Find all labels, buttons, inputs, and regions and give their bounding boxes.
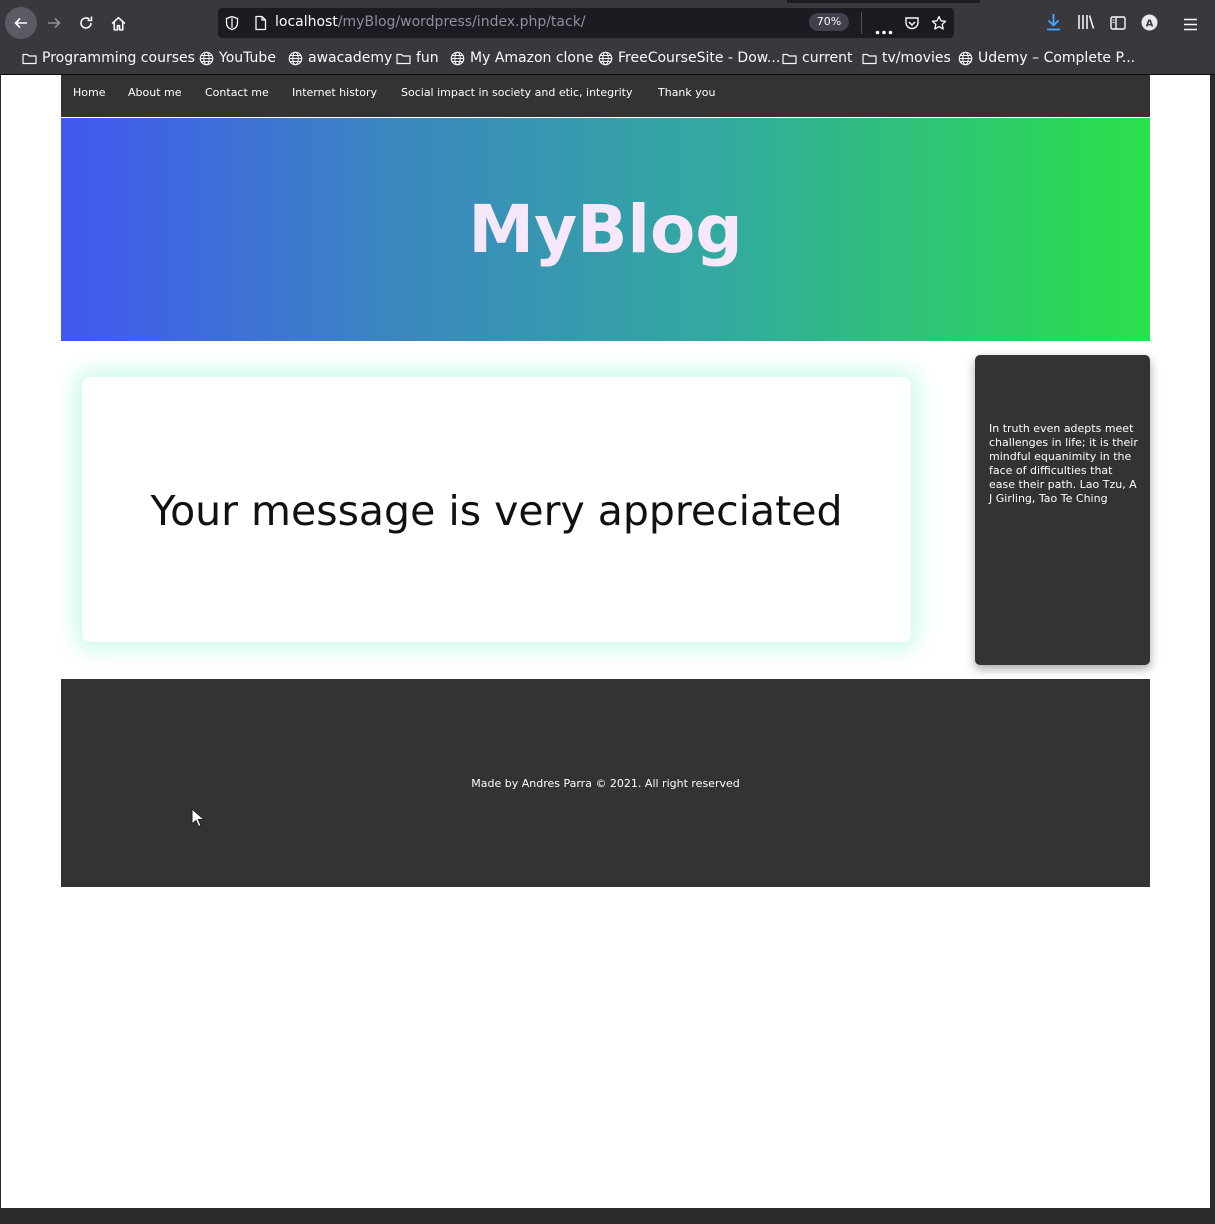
page-icon[interactable] <box>254 15 267 35</box>
home-icon <box>111 16 125 31</box>
folder-icon <box>862 53 877 64</box>
bookmark-programming-courses[interactable]: Programming courses <box>22 50 195 66</box>
active-tab-indicator <box>787 0 980 3</box>
hero-banner: MyBlog <box>61 118 1150 341</box>
bookmark-label: current <box>802 50 853 66</box>
pocket-icon[interactable] <box>904 15 920 35</box>
bookmark-youtube[interactable]: YouTube <box>199 50 276 66</box>
mouse-cursor-icon <box>191 807 206 832</box>
forward-arrow-icon <box>48 17 61 29</box>
window-bottom-edge <box>0 1208 1215 1224</box>
url-text[interactable]: localhost/myBlog/wordpress/index.php/tac… <box>275 14 586 30</box>
quote-text: In truth even adepts meet challenges in … <box>989 422 1138 505</box>
url-host: localhost <box>275 14 338 30</box>
bookmark-label: YouTube <box>219 50 276 66</box>
globe-icon <box>450 51 465 65</box>
nav-link-internet-history[interactable]: Internet history <box>292 86 377 99</box>
nav-link-about-me[interactable]: About me <box>128 86 182 99</box>
site-footer: Made by Andres Parra © 2021. All right r… <box>61 679 1150 887</box>
window-right-edge <box>1210 75 1215 1208</box>
page-viewport: Home About me Contact me Internet histor… <box>1 75 1210 1208</box>
url-path: /myBlog/wordpress/index.php/tack/ <box>337 14 586 30</box>
bookmark-label: fun <box>416 50 439 66</box>
home-button[interactable] <box>103 8 133 38</box>
bookmark-tv-movies[interactable]: tv/movies <box>862 50 951 66</box>
bookmark-label: FreeCourseSite - Dow... <box>618 50 781 66</box>
bookmark-label: Udemy – Complete P... <box>978 50 1136 66</box>
folder-icon <box>22 53 37 64</box>
library-icon[interactable] <box>1077 14 1095 34</box>
avatar-initial: A <box>1146 18 1154 29</box>
back-button[interactable] <box>5 7 37 39</box>
globe-icon <box>958 51 973 65</box>
url-bar[interactable]: localhost/myBlog/wordpress/index.php/tac… <box>218 8 954 38</box>
bookmark-my-amazon-clone[interactable]: My Amazon clone <box>450 50 593 66</box>
forward-button[interactable] <box>39 8 69 38</box>
site-title: MyBlog <box>468 191 743 268</box>
browser-toolbar: localhost/myBlog/wordpress/index.php/tac… <box>0 0 1215 44</box>
bookmark-fun[interactable]: fun <box>396 50 439 66</box>
bookmark-label: Programming courses <box>42 50 195 66</box>
account-avatar[interactable]: A <box>1141 14 1158 35</box>
site-navigation: Home About me Contact me Internet histor… <box>61 75 1150 117</box>
back-arrow-icon <box>14 17 27 29</box>
bookmark-freecoursesite[interactable]: FreeCourseSite - Dow... <box>598 50 780 66</box>
bookmark-current[interactable]: current <box>782 50 853 66</box>
sidebar-icon[interactable] <box>1110 15 1126 34</box>
bookmark-awacademy[interactable]: awacademy <box>288 50 392 66</box>
folder-icon <box>396 53 411 64</box>
nav-link-home[interactable]: Home <box>73 86 105 99</box>
bookmark-udemy[interactable]: Udemy – Complete P... <box>958 50 1135 66</box>
nav-link-social-impact[interactable]: Social impact in society and etic, integ… <box>401 86 633 99</box>
bookmark-label: My Amazon clone <box>470 50 594 66</box>
globe-icon <box>598 51 613 65</box>
zoom-level-badge[interactable]: 70% <box>809 13 849 31</box>
globe-icon <box>199 51 214 65</box>
bookmarks-toolbar: Programming courses YouTube awacademy fu… <box>0 44 1215 75</box>
globe-icon <box>288 51 303 65</box>
downloads-icon[interactable] <box>1045 13 1062 35</box>
bookmark-star-icon[interactable] <box>931 15 947 35</box>
bookmark-label: tv/movies <box>882 50 951 66</box>
message-card: Your message is very appreciated <box>82 377 911 642</box>
nav-link-contact-me[interactable]: Contact me <box>205 86 269 99</box>
folder-icon <box>782 53 797 64</box>
thank-you-message: Your message is very appreciated <box>150 487 843 535</box>
shield-icon[interactable] <box>225 15 239 35</box>
more-actions-icon[interactable] <box>875 20 893 39</box>
hamburger-menu-icon[interactable] <box>1183 16 1198 35</box>
quote-sidebar: In truth even adepts meet challenges in … <box>975 355 1150 665</box>
bookmark-label: awacademy <box>308 50 393 66</box>
reload-icon <box>80 16 93 29</box>
footer-copyright: Made by Andres Parra © 2021. All right r… <box>471 777 740 790</box>
reload-button[interactable] <box>71 8 101 38</box>
url-separator <box>861 12 862 34</box>
nav-link-thank-you[interactable]: Thank you <box>658 86 715 99</box>
